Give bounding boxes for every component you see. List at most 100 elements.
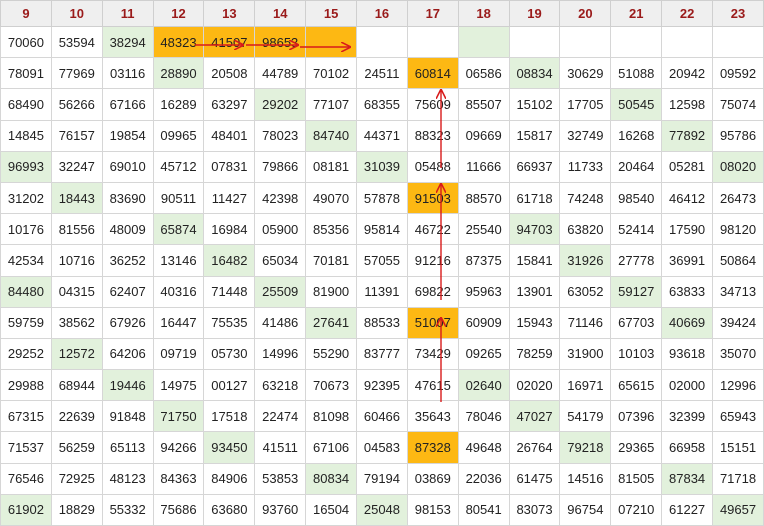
number-cell: 29202 — [254, 88, 307, 121]
number-cell — [457, 25, 510, 59]
number-cell: 18829 — [50, 493, 103, 526]
table-row: 10176 81556 48009 65874 16984 05900 85356 95814… — [0, 213, 764, 246]
number-cell: 92395 — [356, 369, 408, 402]
number-cell: 16984 — [203, 213, 256, 246]
number-cell: 02020 — [508, 369, 561, 402]
number-cell: 98653 — [254, 25, 307, 59]
number-cell: 20508 — [203, 57, 256, 90]
number-cell: 12598 — [661, 88, 714, 121]
number-cell: 81098 — [305, 400, 358, 433]
number-cell: 59759 — [0, 306, 52, 339]
number-cell: 32247 — [50, 150, 103, 183]
number-cell: 42398 — [254, 181, 307, 215]
number-cell: 95814 — [356, 213, 408, 246]
number-cell: 15151 — [712, 431, 764, 464]
number-cell: 70060 — [0, 25, 52, 59]
number-cell: 50864 — [712, 244, 764, 277]
number-cell: 02640 — [457, 369, 510, 402]
number-cell: 98540 — [610, 181, 663, 215]
number-cell: 10176 — [0, 213, 52, 246]
number-cell: 61718 — [508, 181, 561, 215]
number-cell: 36991 — [661, 244, 714, 277]
number-cell: 87328 — [406, 431, 459, 464]
number-cell: 05900 — [254, 213, 307, 246]
number-cell: 61227 — [661, 493, 714, 526]
number-cell: 54179 — [559, 400, 612, 433]
number-cell: 63297 — [203, 88, 256, 121]
number-cell: 15817 — [508, 119, 561, 152]
number-cell: 11427 — [203, 181, 256, 215]
number-cell — [356, 25, 408, 59]
number-cell: 63833 — [661, 275, 714, 308]
number-cell: 18443 — [50, 181, 103, 215]
table-row: 96993 32247 69010 45712 07831 79866 08181 31039… — [0, 150, 764, 183]
number-cell: 16268 — [610, 119, 663, 152]
number-cell: 15102 — [508, 88, 561, 121]
number-cell: 31039 — [356, 150, 408, 183]
number-cell: 87375 — [457, 244, 510, 277]
column-header: 9 — [0, 0, 52, 27]
number-cell: 16971 — [559, 369, 612, 402]
number-cell: 93450 — [203, 431, 256, 464]
number-cell: 08181 — [305, 150, 358, 183]
number-cell: 14975 — [152, 369, 205, 402]
number-cell: 77969 — [50, 57, 103, 90]
number-cell: 17590 — [661, 213, 714, 246]
number-cell: 64206 — [101, 337, 154, 371]
number-cell: 84480 — [0, 275, 52, 308]
column-header: 23 — [712, 0, 764, 27]
number-cell: 10103 — [610, 337, 663, 371]
number-cell: 67315 — [0, 400, 52, 433]
number-cell: 41511 — [254, 431, 307, 464]
number-cell: 22036 — [457, 462, 510, 495]
number-cell: 51088 — [610, 57, 663, 90]
number-cell: 16504 — [305, 493, 358, 526]
grid-body: 70060 53594 38294 48323 41507 98653 78091 77969… — [0, 25, 764, 526]
number-cell: 70673 — [305, 369, 358, 402]
table-row: 76546 72925 48123 84363 84906 53853 80834 79194… — [0, 462, 764, 495]
number-cell: 65943 — [712, 400, 764, 433]
number-cell: 78091 — [0, 57, 52, 90]
number-cell: 84363 — [152, 462, 205, 495]
number-cell: 75074 — [712, 88, 764, 121]
number-cell: 70102 — [305, 57, 358, 90]
number-cell: 96754 — [559, 493, 612, 526]
number-cell: 09719 — [152, 337, 205, 371]
number-cell: 91216 — [406, 244, 459, 277]
number-cell: 09965 — [152, 119, 205, 152]
number-cell: 53853 — [254, 462, 307, 495]
number-cell: 88533 — [356, 306, 408, 339]
number-cell: 91848 — [101, 400, 154, 433]
number-cell: 10716 — [50, 244, 103, 277]
number-cell: 75535 — [203, 306, 256, 339]
number-cell: 14996 — [254, 337, 307, 371]
number-cell: 22639 — [50, 400, 103, 433]
number-cell: 98153 — [406, 493, 459, 526]
number-cell: 08020 — [712, 150, 764, 183]
number-cell: 45712 — [152, 150, 205, 183]
number-cell: 16447 — [152, 306, 205, 339]
number-cell: 94266 — [152, 431, 205, 464]
number-cell: 40316 — [152, 275, 205, 308]
number-cell: 07210 — [610, 493, 663, 526]
number-cell: 75609 — [406, 88, 459, 121]
number-cell: 61475 — [508, 462, 561, 495]
number-cell: 81505 — [610, 462, 663, 495]
number-cell: 17518 — [203, 400, 256, 433]
number-cell: 26473 — [712, 181, 764, 215]
column-header: 11 — [101, 0, 154, 27]
number-cell: 96993 — [0, 150, 52, 183]
number-cell: 28890 — [152, 57, 205, 90]
number-cell: 65615 — [610, 369, 663, 402]
number-cell: 32399 — [661, 400, 714, 433]
number-cell — [305, 25, 358, 59]
column-header: 22 — [661, 0, 714, 27]
number-cell: 36252 — [101, 244, 154, 277]
number-cell: 79218 — [559, 431, 612, 464]
table-row: 67315 22639 91848 71750 17518 22474 81098 60466… — [0, 400, 764, 433]
column-header: 14 — [254, 0, 307, 27]
number-cell: 57878 — [356, 181, 408, 215]
column-header: 13 — [203, 0, 256, 27]
number-cell: 19854 — [101, 119, 154, 152]
number-cell: 88323 — [406, 119, 459, 152]
